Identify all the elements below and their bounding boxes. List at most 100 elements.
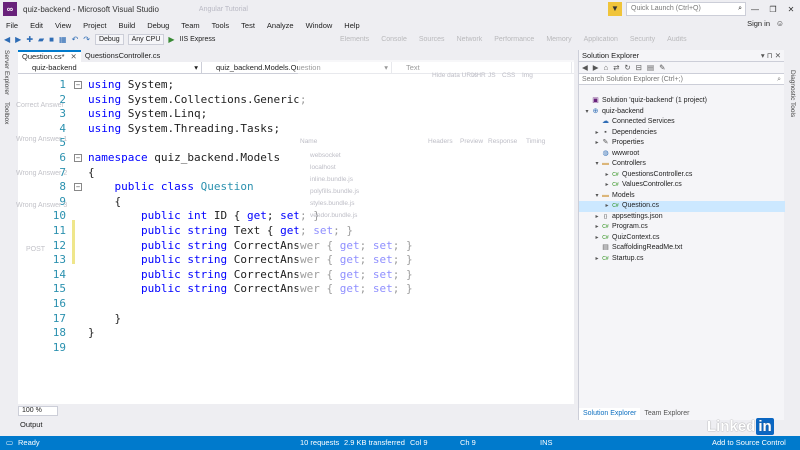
code-line[interactable]: 7{ <box>18 166 574 181</box>
source-control-button[interactable]: Add to Source Control <box>712 436 786 450</box>
code-line[interactable]: 2 using System.Collections.Generic; <box>18 93 574 108</box>
code-line[interactable]: 6− namespace quiz_backend.Models <box>18 151 574 166</box>
close-tab-icon[interactable]: ✕ <box>71 52 77 61</box>
minimize-button[interactable]: — <box>746 5 764 14</box>
tree-item[interactable]: ▾ ▬ Controllers <box>579 159 785 170</box>
sign-in-link[interactable]: Sign in <box>747 19 770 28</box>
forward-icon[interactable]: ▶ <box>593 63 599 72</box>
code-line[interactable]: 16 <box>18 297 574 312</box>
configuration-select[interactable]: Debug <box>94 33 124 45</box>
tree-item[interactable]: ▸ ▪ Dependencies <box>579 128 785 139</box>
forward-icon[interactable]: ▶ <box>15 35 21 44</box>
undo-icon[interactable]: ↶ <box>72 35 79 44</box>
tree-item[interactable]: ▾ ▬ Models <box>579 191 785 202</box>
tab-questions-controller[interactable]: QuestionsController.cs <box>81 50 164 62</box>
code-line[interactable]: 5 <box>18 136 574 151</box>
run-icon[interactable]: ▶ <box>168 35 174 44</box>
run-target-button[interactable]: IIS Express <box>180 36 216 43</box>
code-line[interactable]: 12 public string CorrectAnswer { get; se… <box>18 239 574 254</box>
toolbox-tab[interactable]: Toolbox <box>3 102 10 124</box>
collapse-outline-icon[interactable]: − <box>74 81 82 89</box>
collapsed-arrow-icon[interactable]: ▸ <box>603 170 611 181</box>
menu-edit[interactable]: Edit <box>24 21 49 30</box>
menu-file[interactable]: File <box>0 21 24 30</box>
tree-item[interactable]: ▤ ScaffoldingReadMe.txt <box>579 243 785 254</box>
expanded-arrow-icon[interactable]: ▾ <box>593 191 601 202</box>
code-line[interactable]: 19 <box>18 341 574 356</box>
code-line[interactable]: 1− using System; <box>18 78 574 93</box>
tree-item[interactable]: ▸ ✎ Properties <box>579 138 785 149</box>
back-icon[interactable]: ◀ <box>4 35 10 44</box>
tab-team-explorer[interactable]: Team Explorer <box>640 408 693 420</box>
collapse-all-icon[interactable]: ⊟ <box>636 63 642 72</box>
code-editor[interactable]: 1− using System; 2 using System.Collections… <box>18 74 574 404</box>
quick-launch-input[interactable]: Quick Launch (Ctrl+Q) ⌕ <box>626 2 746 16</box>
menu-analyze[interactable]: Analyze <box>261 21 300 30</box>
code-line[interactable]: 17 } <box>18 312 574 327</box>
member-dropdown[interactable]: Text <box>392 62 572 74</box>
menu-window[interactable]: Window <box>300 21 339 30</box>
refresh-icon[interactable]: ↻ <box>624 63 630 72</box>
home-icon[interactable]: ⌂ <box>604 63 609 72</box>
code-line[interactable]: 14 public string CorrectAnswer { get; se… <box>18 268 574 283</box>
collapsed-arrow-icon[interactable]: ▸ <box>593 212 601 223</box>
close-button[interactable]: ✕ <box>782 5 800 14</box>
solution-explorer-search[interactable]: Search Solution Explorer (Ctrl+;) ⌕ <box>579 74 784 85</box>
new-project-icon[interactable]: ✚ <box>26 35 33 44</box>
tree-item[interactable]: ▸ C# QuestionsController.cs <box>579 170 785 181</box>
tree-item[interactable]: ☁ Connected Services <box>579 117 785 128</box>
code-line[interactable]: 13 public string CorrectAnswer { get; se… <box>18 253 574 268</box>
back-icon[interactable]: ◀ <box>582 63 588 72</box>
properties-icon[interactable]: ✎ <box>659 63 665 72</box>
collapsed-arrow-icon[interactable]: ▸ <box>603 201 611 212</box>
collapse-outline-icon[interactable]: − <box>74 183 82 192</box>
tree-item[interactable]: ▸ C# Question.cs <box>579 201 785 212</box>
code-line[interactable]: 15 public string CorrectAnswer { get; se… <box>18 282 574 297</box>
collapse-outline-icon[interactable]: − <box>74 154 82 162</box>
tree-item[interactable]: ▸ C# ValuesController.cs <box>579 180 785 191</box>
maximize-button[interactable]: ❐ <box>764 5 782 14</box>
menu-test[interactable]: Test <box>235 21 261 30</box>
collapsed-arrow-icon[interactable]: ▸ <box>593 222 601 233</box>
menu-project[interactable]: Project <box>77 21 112 30</box>
notification-filter-icon[interactable]: ▼ <box>608 2 622 16</box>
collapsed-arrow-icon[interactable]: ▸ <box>593 128 601 139</box>
server-explorer-tab[interactable]: Server Explorer <box>3 50 10 95</box>
expanded-arrow-icon[interactable]: ▾ <box>593 159 601 170</box>
type-dropdown[interactable]: quiz_backend.Models.Question ▾ <box>202 62 392 74</box>
menu-view[interactable]: View <box>49 21 77 30</box>
tree-item[interactable]: ▸ C# Startup.cs <box>579 254 785 265</box>
save-icon[interactable]: ■ <box>49 35 54 44</box>
tree-item[interactable]: ▸{} appsettings.json <box>579 212 785 223</box>
collapsed-arrow-icon[interactable]: ▸ <box>603 180 611 191</box>
code-line[interactable]: 10 public int ID { get; set; } <box>18 209 574 224</box>
code-line[interactable]: 18} <box>18 326 574 341</box>
project-dropdown[interactable]: quiz-backend ▾ <box>18 62 202 74</box>
tree-item[interactable]: ▸ C# QuizContext.cs <box>579 233 785 244</box>
diagnostic-tools-tab[interactable]: Diagnostic Tools <box>789 70 796 117</box>
redo-icon[interactable]: ↷ <box>83 35 90 44</box>
menu-debug[interactable]: Debug <box>141 21 175 30</box>
user-icon[interactable]: ☺ <box>776 19 784 28</box>
menu-tools[interactable]: Tools <box>206 21 236 30</box>
collapsed-arrow-icon[interactable]: ▸ <box>593 233 601 244</box>
expanded-arrow-icon[interactable]: ▾ <box>583 107 591 118</box>
tree-item[interactable]: ▸ C# Program.cs <box>579 222 785 233</box>
code-line[interactable]: 11 public string Text { get; set; } <box>18 224 574 239</box>
tree-item[interactable]: ◍ wwwroot <box>579 149 785 160</box>
code-line[interactable]: 8− public class Question <box>18 180 574 195</box>
tab-solution-explorer[interactable]: Solution Explorer <box>579 408 641 420</box>
zoom-level[interactable]: 100 % <box>18 406 58 416</box>
pin-icon[interactable]: ▾ ⊓ ✕ <box>761 50 784 61</box>
save-all-icon[interactable]: ▦ <box>59 35 67 44</box>
code-line[interactable]: 3 using System.Linq; <box>18 107 574 122</box>
menu-help[interactable]: Help <box>338 21 365 30</box>
platform-select[interactable]: Any CPU <box>127 33 165 45</box>
open-icon[interactable]: ▰ <box>38 35 44 44</box>
code-line[interactable]: 9 { <box>18 195 574 210</box>
sync-icon[interactable]: ⇄ <box>613 63 619 72</box>
show-all-files-icon[interactable]: ▤ <box>647 63 654 72</box>
tab-question-cs[interactable]: Question.cs* ✕ <box>18 50 81 62</box>
tree-item[interactable]: ▣ Solution 'quiz-backend' (1 project) <box>579 96 785 107</box>
code-line[interactable]: 4 using System.Threading.Tasks; <box>18 122 574 137</box>
